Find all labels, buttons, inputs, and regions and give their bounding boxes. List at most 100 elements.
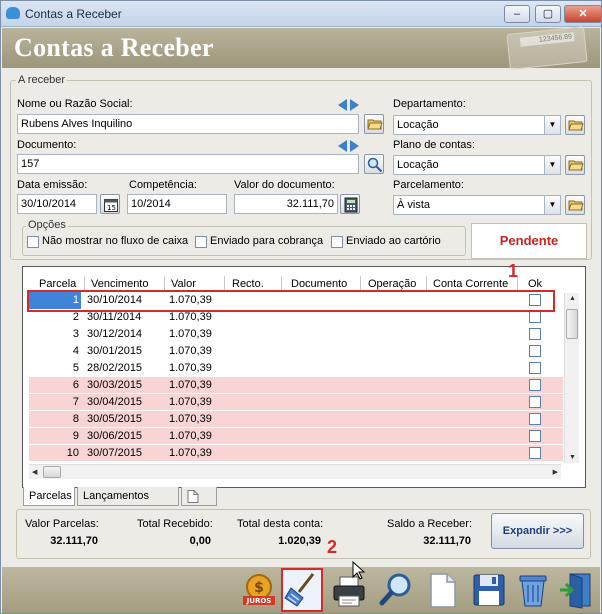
next-arrow-icon[interactable] (350, 99, 359, 111)
ok-checkbox[interactable] (529, 311, 541, 323)
maximize-button[interactable]: ▢ (535, 5, 561, 23)
competencia-input[interactable]: 10/2014 (127, 194, 227, 214)
table-row[interactable]: 10 30/07/2015 1.070,39 (29, 445, 563, 462)
opcoes-label: Opções (26, 219, 68, 231)
calculator-icon (344, 197, 358, 213)
parcelamento-select[interactable]: À vista ▼ (393, 195, 561, 215)
juros-button[interactable]: $ JUROS (240, 571, 278, 609)
ok-checkbox[interactable] (529, 379, 541, 391)
col-vencimento[interactable]: Vencimento (91, 278, 148, 290)
horizontal-scrollbar[interactable]: ◀ ▶ (29, 464, 561, 479)
table-row[interactable]: 6 30/03/2015 1.070,39 (29, 377, 563, 394)
coin-icon: $ JUROS (243, 574, 275, 605)
scroll-down-icon[interactable]: ▼ (569, 454, 576, 461)
trash-icon (519, 575, 547, 607)
search-tool-button[interactable] (378, 571, 416, 609)
nome-input[interactable]: Rubens Alves Inquilino (17, 114, 359, 134)
departamento-folder-button[interactable] (565, 115, 585, 135)
nao-mostrar-checkbox[interactable] (27, 236, 39, 248)
saldo-value: 32.111,70 (423, 535, 471, 547)
col-operacao[interactable]: Operação (368, 278, 416, 290)
parcelamento-folder-button[interactable] (565, 195, 585, 215)
calculator-button[interactable] (340, 194, 360, 214)
plano-contas-select[interactable]: Locação ▼ (393, 155, 561, 175)
plano-folder-button[interactable] (565, 155, 585, 175)
scroll-up-icon[interactable]: ▲ (569, 295, 576, 302)
table-row[interactable]: 4 30/01/2015 1.070,39 (29, 343, 563, 360)
table-row[interactable]: 5 28/02/2015 1.070,39 (29, 360, 563, 377)
documento-input[interactable]: 157 (17, 154, 359, 174)
col-parcela[interactable]: Parcela (39, 278, 76, 290)
save-button[interactable] (470, 571, 508, 609)
calculator-icon: 123456.89 (506, 26, 588, 70)
tab-parcelas[interactable]: Parcelas (23, 487, 75, 506)
competencia-label: Competência: (129, 179, 197, 191)
tab-document[interactable] (181, 487, 217, 506)
bottom-toolbar: $ JUROS (2, 567, 600, 613)
close-button[interactable]: ✕ (564, 5, 602, 23)
parcelamento-label: Parcelamento: (393, 179, 464, 191)
page-title: Contas a Receber (14, 33, 214, 62)
new-document-button[interactable] (424, 571, 462, 609)
search-button[interactable] (364, 154, 384, 174)
exit-door-icon (560, 573, 591, 609)
enviado-cartorio-label: Enviado ao cartório (346, 235, 441, 247)
scroll-left-icon[interactable]: ◀ (32, 468, 37, 476)
prev-arrow-icon[interactable] (338, 140, 347, 152)
chevron-down-icon[interactable]: ▼ (544, 196, 560, 214)
col-recto[interactable]: Recto. (232, 278, 264, 290)
vertical-scrollbar[interactable]: ▲ ▼ (564, 293, 579, 463)
svg-text:15: 15 (107, 204, 116, 212)
col-valor[interactable]: Valor (171, 278, 196, 290)
ok-checkbox[interactable] (529, 328, 541, 340)
valor-parcelas-label: Valor Parcelas: (25, 518, 99, 530)
table-row[interactable]: 9 30/06/2015 1.070,39 (29, 428, 563, 445)
col-documento[interactable]: Documento (291, 278, 347, 290)
enviado-cobranca-checkbox[interactable] (195, 236, 207, 248)
table-row[interactable]: 8 30/05/2015 1.070,39 (29, 411, 563, 428)
ok-checkbox[interactable] (529, 430, 541, 442)
saldo-label: Saldo a Receber: (387, 518, 472, 530)
ok-checkbox[interactable] (529, 396, 541, 408)
scroll-thumb[interactable] (566, 309, 578, 339)
valor-parcelas-value: 32.111,70 (50, 535, 98, 547)
window: Contas a Receber – ▢ ✕ Contas a Receber … (0, 0, 602, 614)
new-document-icon (430, 573, 456, 608)
documento-nav-arrows[interactable] (338, 140, 364, 152)
table-row[interactable]: 3 30/12/2014 1.070,39 (29, 326, 563, 343)
minimize-button[interactable]: – (504, 5, 530, 23)
delete-button[interactable] (514, 571, 552, 609)
enviado-cartorio-checkbox[interactable] (331, 236, 343, 248)
table-row[interactable]: 7 30/04/2015 1.070,39 (29, 394, 563, 411)
col-ok[interactable]: Ok (528, 278, 542, 290)
exit-button[interactable] (558, 571, 596, 609)
data-emissao-input[interactable]: 30/10/2014 (17, 194, 97, 214)
departamento-select[interactable]: Locação ▼ (393, 115, 561, 135)
folder-icon (367, 119, 383, 130)
a-receber-label: A receber (16, 74, 68, 86)
ok-checkbox[interactable] (529, 413, 541, 425)
search-icon (367, 157, 383, 173)
chevron-down-icon[interactable]: ▼ (544, 116, 560, 134)
prev-arrow-icon[interactable] (338, 99, 347, 111)
open-folder-button[interactable] (364, 114, 384, 134)
scroll-thumb[interactable] (43, 466, 61, 478)
scroll-right-icon[interactable]: ▶ (553, 468, 558, 476)
col-conta-corrente[interactable]: Conta Corrente (433, 278, 508, 290)
calendar-button[interactable]: 15 (100, 194, 120, 214)
next-arrow-icon[interactable] (350, 140, 359, 152)
nome-nav-arrows[interactable] (338, 99, 364, 111)
plano-contas-label: Plano de contas: (393, 139, 475, 151)
expand-button[interactable]: Expandir >>> (491, 513, 584, 549)
ok-checkbox[interactable] (529, 447, 541, 459)
ok-checkbox[interactable] (529, 362, 541, 374)
tab-lancamentos[interactable]: Lançamentos (77, 487, 179, 506)
ok-checkbox[interactable] (529, 345, 541, 357)
plano-contas-value: Locação (397, 159, 439, 171)
total-conta-label: Total desta conta: (237, 518, 324, 530)
highlight-row-box (27, 290, 555, 312)
data-emissao-label: Data emissão: (17, 179, 88, 191)
chevron-down-icon[interactable]: ▼ (544, 156, 560, 174)
valor-documento-input[interactable]: 32.111,70 (234, 194, 338, 214)
clean-button[interactable] (281, 568, 323, 612)
